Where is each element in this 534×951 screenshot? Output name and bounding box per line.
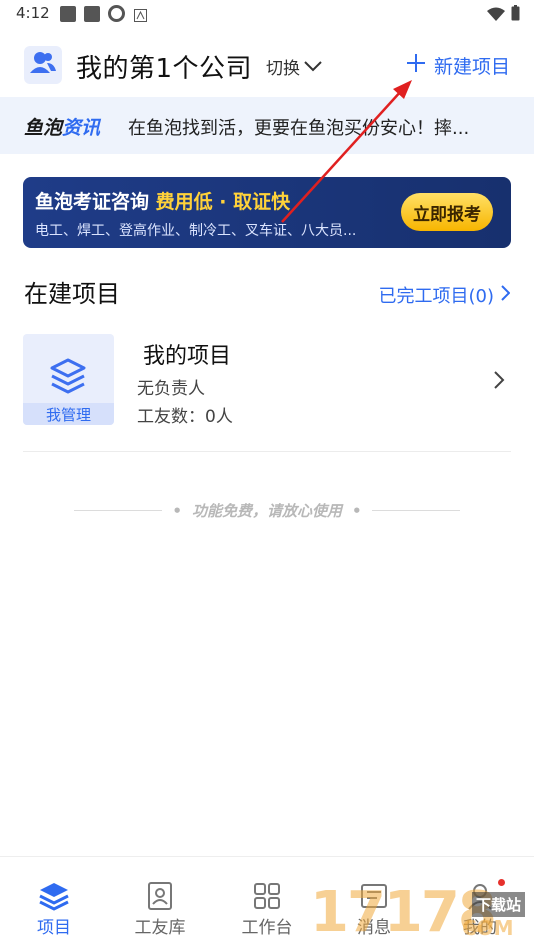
chevron-right-icon: [493, 370, 505, 394]
free-note: • 功能免费，请放心使用 •: [74, 500, 461, 521]
watermark-sub: 下载站: [472, 892, 526, 917]
project-workers: 工友数：0人: [137, 407, 233, 427]
note-line-left: [74, 510, 163, 511]
in-progress-title: 在建项目: [24, 280, 120, 308]
tab-label: 工友库: [134, 918, 186, 938]
completed-projects-link[interactable]: 已完工项目(0): [379, 282, 511, 308]
project-leader: 无负责人: [137, 379, 205, 399]
layers-icon: [38, 879, 70, 913]
tab-label: 项目: [37, 918, 71, 938]
tab-workbench[interactable]: 工作台: [227, 879, 307, 938]
watermark-com: COM: [462, 916, 514, 940]
free-note-text: 功能免费，请放心使用: [192, 502, 343, 520]
chevron-right-icon: [500, 284, 511, 306]
project-card[interactable]: 我管理 我的项目 无负责人 工友数：0人: [23, 334, 511, 427]
grid-icon: [253, 879, 281, 913]
divider: [23, 451, 511, 452]
completed-projects-label: 已完工项目(0): [378, 286, 495, 307]
tab-label: 工作台: [241, 918, 293, 938]
notification-dot: [498, 879, 505, 886]
note-dot: •: [172, 501, 182, 520]
manage-badge: 我管理: [23, 403, 114, 425]
project-name: 我的项目: [143, 344, 232, 369]
project-icon-box: 我管理: [23, 334, 114, 425]
contact-book-icon: [146, 879, 174, 913]
annotation-arrow: [281, 80, 412, 223]
layers-icon: [48, 356, 88, 400]
tab-projects[interactable]: 项目: [14, 879, 94, 938]
note-line-right: [371, 510, 461, 511]
tab-worker-library[interactable]: 工友库: [120, 879, 200, 938]
note-dot: •: [352, 501, 362, 520]
